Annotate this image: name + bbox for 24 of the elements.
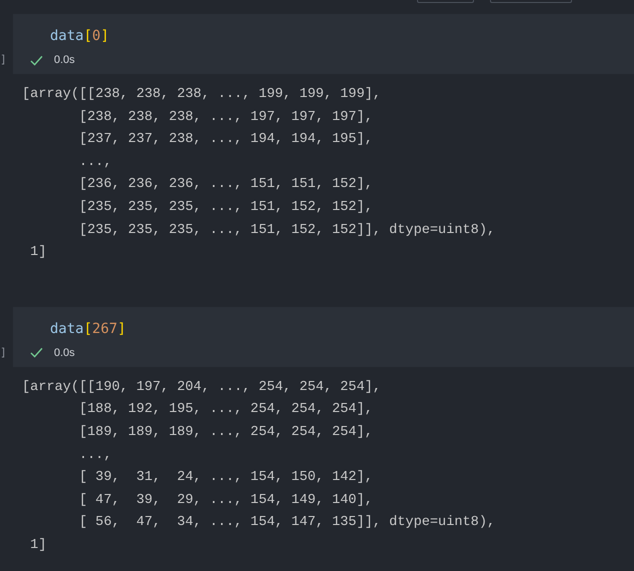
execution-count: ] bbox=[0, 53, 7, 66]
output-line: 1] bbox=[29, 536, 46, 555]
output-line: [235, 235, 235, ..., 151, 152, 152]], dtype=uint8), bbox=[78, 222, 496, 240]
output-line: ..., bbox=[78, 154, 112, 172]
output-line: ..., bbox=[78, 446, 112, 465]
check-icon bbox=[30, 54, 43, 66]
code-line: data[267] bbox=[50, 320, 126, 339]
output-line: 1] bbox=[29, 244, 46, 262]
output-line: [235, 235, 235, ..., 151, 152, 152], bbox=[78, 198, 373, 217]
output-line: [189, 189, 189, ..., 254, 254, 254], bbox=[78, 424, 373, 442]
output-line: [ 39, 31, 24, ..., 154, 150, 142], bbox=[78, 469, 373, 488]
output-line: [ 56, 47, 34, ..., 154, 147, 135]], dtype=uint8), bbox=[78, 514, 496, 532]
output-line: [array([[190, 197, 204, ..., 254, 254, 254], bbox=[22, 378, 381, 397]
execution-count: ] bbox=[0, 346, 7, 359]
check-icon bbox=[30, 347, 43, 358]
output-line: [238, 238, 238, ..., 197, 197, 197], bbox=[78, 108, 373, 127]
output-line: [188, 192, 195, ..., 254, 254, 254], bbox=[78, 401, 373, 420]
code-line: data[0] bbox=[50, 27, 110, 46]
output-line: [237, 237, 238, ..., 194, 194, 195], bbox=[78, 131, 373, 150]
output-line: [ 47, 39, 29, ..., 154, 149, 140], bbox=[78, 492, 373, 510]
output-line: [array([[238, 238, 238, ..., 199, 199, 199], bbox=[22, 86, 381, 104]
output-line: [236, 236, 236, ..., 151, 151, 152], bbox=[78, 176, 373, 194]
execution-time: 0.0s bbox=[54, 54, 75, 66]
execution-time: 0.0s bbox=[54, 346, 75, 359]
